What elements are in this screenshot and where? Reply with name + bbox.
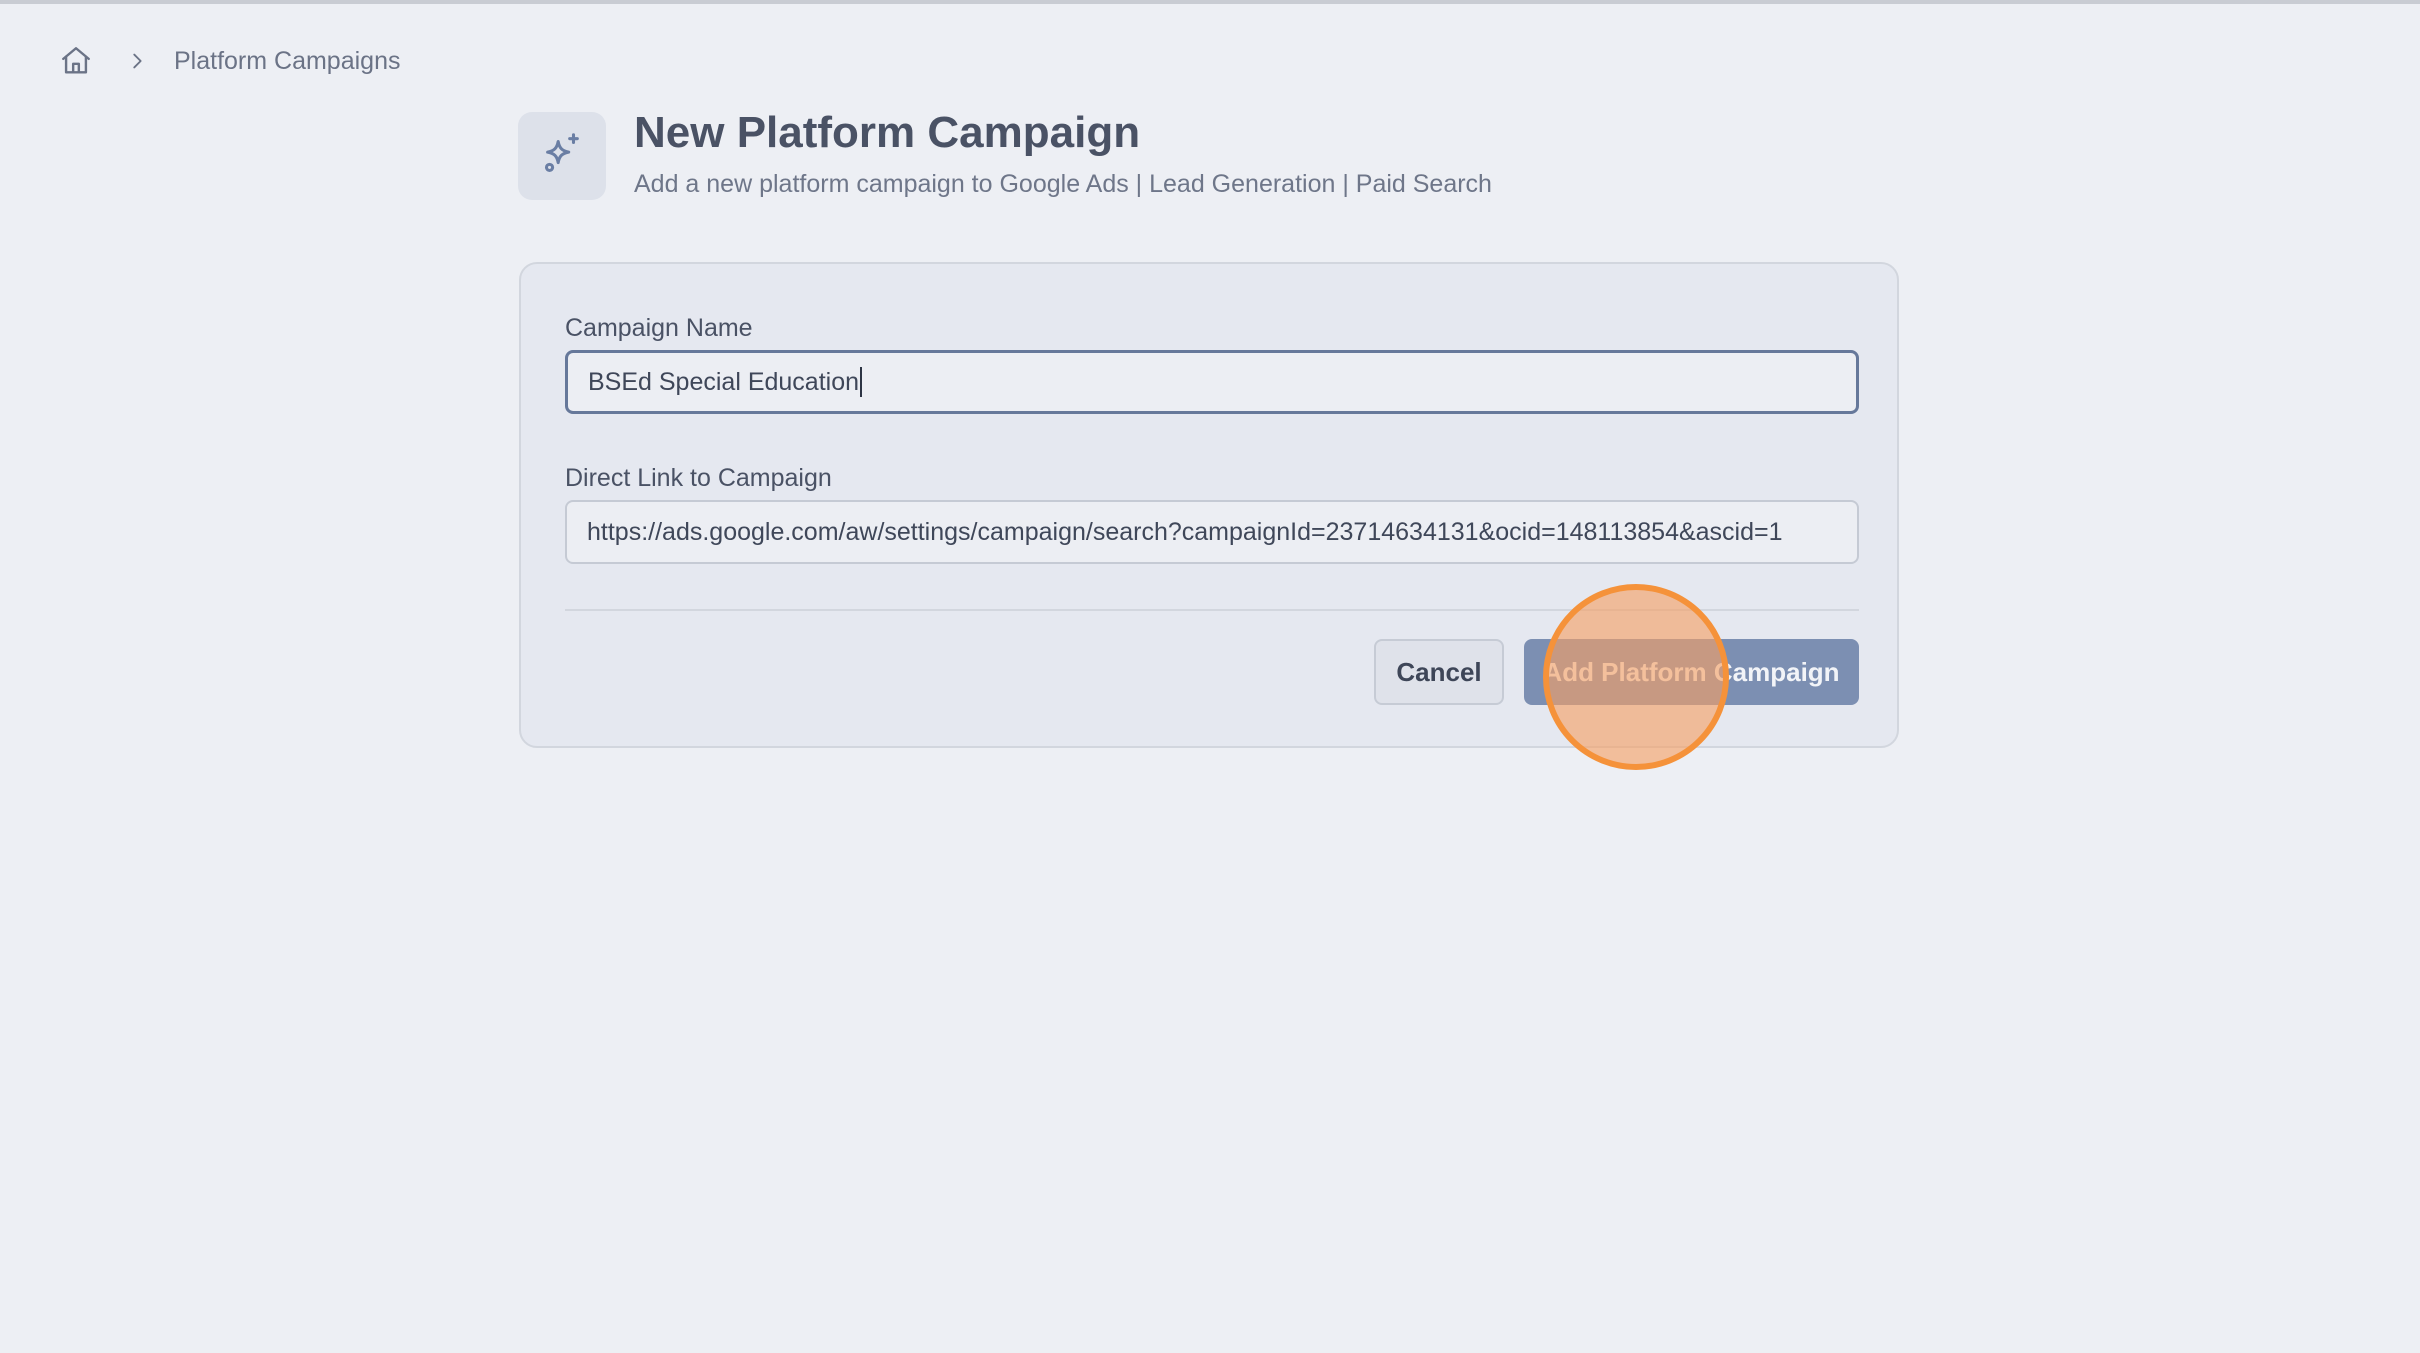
cancel-button[interactable]: Cancel — [1374, 639, 1504, 705]
direct-link-input[interactable]: https://ads.google.com/aw/settings/campa… — [565, 500, 1859, 564]
chevron-right-icon — [122, 46, 152, 76]
header-icon-container — [518, 112, 606, 200]
campaign-name-value: BSEd Special Education — [588, 367, 860, 396]
campaign-form-card: Campaign Name BSEd Special Education Dir… — [519, 262, 1899, 748]
form-divider — [565, 609, 1859, 611]
direct-link-label: Direct Link to Campaign — [565, 464, 832, 492]
text-cursor — [860, 367, 863, 397]
add-platform-campaign-button[interactable]: Add Platform Campaign — [1524, 639, 1859, 705]
page-title: New Platform Campaign — [634, 108, 1141, 157]
campaign-name-label: Campaign Name — [565, 314, 753, 342]
page-subtitle: Add a new platform campaign to Google Ad… — [634, 170, 1492, 198]
breadcrumb-platform-campaigns[interactable]: Platform Campaigns — [174, 47, 400, 76]
window-top-edge — [0, 0, 2420, 4]
campaign-name-input[interactable]: BSEd Special Education — [565, 350, 1859, 414]
home-icon[interactable] — [56, 41, 96, 81]
direct-link-value: https://ads.google.com/aw/settings/campa… — [587, 517, 1783, 546]
sparkles-icon — [539, 131, 585, 182]
breadcrumb: Platform Campaigns — [56, 38, 400, 84]
